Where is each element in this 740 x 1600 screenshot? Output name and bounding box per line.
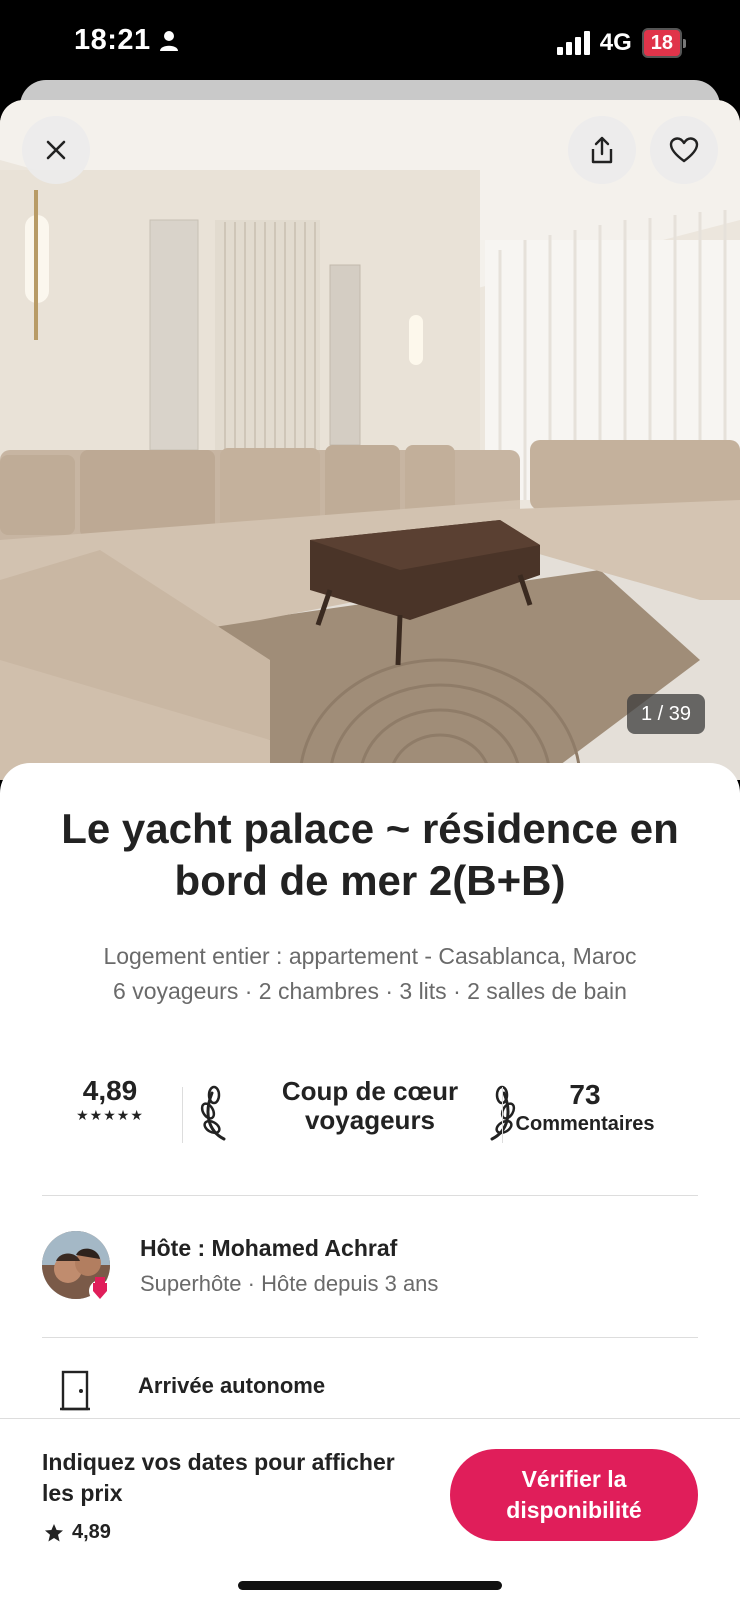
section-divider (42, 1337, 698, 1338)
home-indicator[interactable] (238, 1581, 502, 1590)
guest-favorite-line1: Coup de cœur (281, 1076, 459, 1106)
listing-photo[interactable] (0, 100, 740, 780)
status-time: 18:21 (74, 24, 179, 57)
reviews-count: 73 (569, 1079, 601, 1110)
listing-capacity: 6 voyageurs · 2 chambres · 3 lits · 2 sa… (113, 978, 627, 1004)
rating-stat: 4,89 ★★★★★ (60, 1075, 160, 1124)
feature-title: Arrivée autonome (138, 1373, 326, 1398)
bottom-rating: 4,89 (44, 1521, 111, 1544)
section-divider (42, 1195, 698, 1196)
host-subtitle: Superhôte · Hôte depuis 3 ans (140, 1271, 439, 1296)
guest-favorite-badge: Coup de cœur voyageurs (200, 1075, 540, 1145)
listing-type-location: Logement entier : appartement - Casablan… (103, 943, 637, 969)
close-button[interactable] (22, 116, 90, 184)
listing-subtitle: Logement entier : appartement - Casablan… (40, 939, 700, 1009)
check-availability-button[interactable]: Vérifier la disponibilité (450, 1449, 698, 1541)
guest-favorite-label: Coup de cœur voyageurs (240, 1077, 500, 1135)
signal-icon (556, 31, 590, 55)
clock: 18:21 (74, 24, 151, 56)
bottom-rating-value: 4,89 (72, 1521, 111, 1543)
battery-level: 18 (641, 28, 682, 58)
status-indicators: 4G 18 (556, 28, 686, 58)
divider (182, 1087, 183, 1143)
reviews-stat[interactable]: 73 Commentaires (510, 1079, 660, 1136)
stats-row[interactable]: 4,89 ★★★★★ Coup de cœur voyageurs 73 Com… (40, 1075, 700, 1145)
share-icon (591, 136, 613, 164)
price-prompt: Indiquez vos dates pour afficher les pri… (42, 1449, 395, 1506)
battery-icon: 18 (641, 28, 686, 58)
rating-stars: ★★★★★ (76, 1107, 144, 1123)
door-icon (60, 1370, 90, 1411)
listing-title: Le yacht palace ~ résidence en bord de m… (61, 805, 679, 904)
share-button[interactable] (568, 116, 636, 184)
person-icon (159, 30, 178, 51)
host-row[interactable]: Hôte : Mohamed Achraf Superhôte · Hôte d… (42, 1231, 698, 1311)
superhost-badge-icon (89, 1277, 111, 1302)
favorite-button[interactable] (650, 116, 718, 184)
status-bar: 18:21 4G 18 (0, 0, 740, 84)
rating-value: 4,89 (82, 1075, 138, 1106)
host-name: Hôte : Mohamed Achraf (140, 1235, 398, 1261)
heart-icon (669, 137, 699, 163)
close-icon (46, 140, 66, 160)
photo-counter: 1 / 39 (627, 694, 705, 734)
star-icon (45, 1523, 63, 1541)
listing-details: Le yacht palace ~ résidence en bord de m… (0, 763, 740, 1600)
reviews-label: Commentaires (515, 1113, 655, 1135)
network-type: 4G (599, 29, 632, 56)
laurel-left-icon (200, 1085, 226, 1141)
divider (502, 1087, 503, 1143)
booking-bar: Indiquez vos dates pour afficher les pri… (0, 1418, 740, 1600)
guest-favorite-line2: voyageurs (304, 1105, 436, 1135)
